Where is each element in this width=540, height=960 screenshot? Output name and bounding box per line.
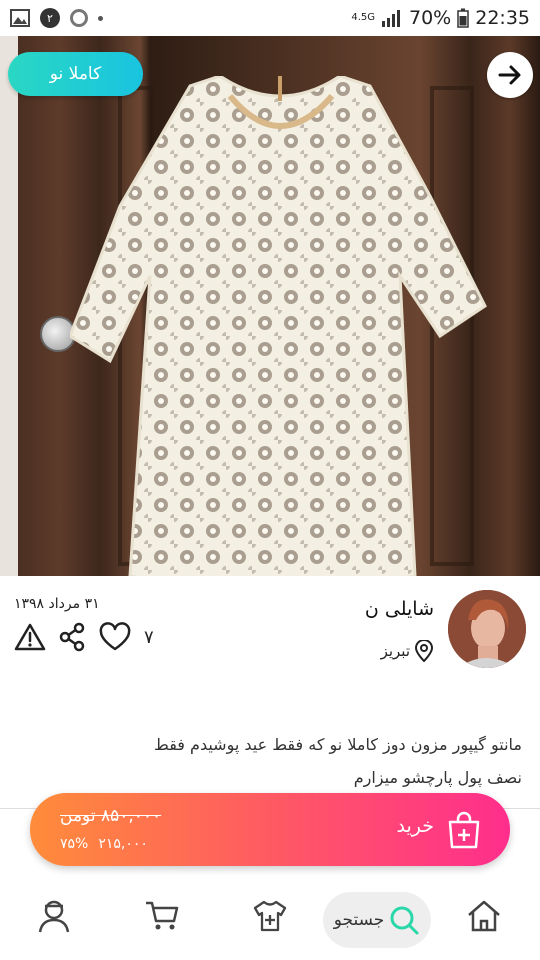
location-pin-icon [414,640,434,662]
buy-label: خرید [396,815,435,837]
image-notification-icon [10,9,30,27]
condition-badge: کاملا نو [8,52,143,96]
discount-percent: ۷۵% [60,836,89,852]
nav-add-item[interactable] [248,894,292,938]
nav-profile[interactable] [32,894,76,938]
report-warning-icon[interactable] [14,622,46,652]
sync-icon [70,9,88,27]
nav-cart[interactable] [140,894,184,938]
battery-icon [457,8,469,28]
clock: 22:35 [475,7,530,29]
more-notifications-icon [98,15,103,21]
nav-search-label: جستجو [333,910,385,930]
sale-price: ۲۱۵,۰۰۰ [98,836,148,852]
network-type: 4.5G [351,12,375,23]
original-price: ۸۵۰,۰۰۰ تومن [60,806,162,826]
description-line: نصف پول پارچشو میزارم [353,768,522,787]
nav-home[interactable] [462,894,506,938]
post-date: ۳۱ مرداد ۱۳۹۸ [14,596,100,612]
status-bar: ۲ 4.5G 70% 22:35 [0,0,540,36]
product-photo[interactable] [0,36,540,576]
seller-avatar[interactable] [448,590,526,668]
like-count: ۷ [144,626,154,648]
bottom-navigation: جستجو [0,880,540,960]
share-icon[interactable] [58,622,86,652]
home-icon [468,900,500,932]
discount-price-row: ۲۱۵,۰۰۰ ۷۵% [60,836,148,852]
cart-icon [146,901,179,930]
heart-like-icon[interactable] [98,622,132,652]
seller-name[interactable]: شایلی ن [365,598,434,620]
add-clothing-icon [253,900,287,932]
search-icon [390,906,419,935]
shopping-bag-plus-icon [448,811,480,849]
description-line: مانتو گیپور مزون دوز کاملا نو که فقط عید… [154,735,522,754]
notification-count-badge: ۲ [40,8,60,28]
avatar-photo [448,590,526,668]
post-actions: ۷ [14,622,154,652]
profile-icon [38,900,70,933]
signal-icon [382,10,400,27]
nav-search[interactable]: جستجو [323,892,431,948]
battery-percent: 70% [409,7,452,29]
lace-coat-image [70,76,487,576]
back-button[interactable] [487,52,533,98]
seller-location: تبریز [381,640,434,662]
seller-city: تبریز [380,642,410,660]
arrow-right-icon [498,65,521,85]
buy-button[interactable]: ۸۵۰,۰۰۰ تومن ۲۱۵,۰۰۰ ۷۵% خرید [30,793,510,866]
product-description: مانتو گیپور مزون دوز کاملا نو که فقط عید… [22,728,522,794]
